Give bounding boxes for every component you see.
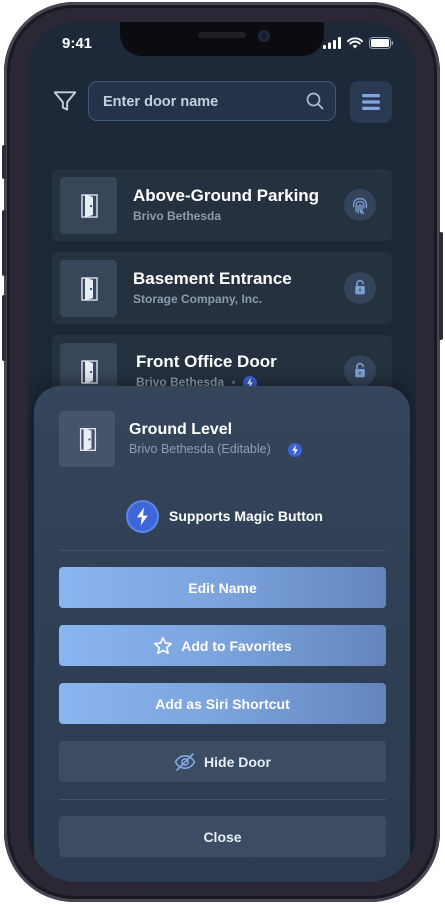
- status-icons: [323, 37, 394, 49]
- edit-name-label: Edit Name: [188, 579, 257, 596]
- menu-icon: [362, 94, 380, 110]
- add-to-favorites-button[interactable]: Add to Favorites: [59, 625, 386, 666]
- unlock-button[interactable]: [344, 355, 376, 387]
- app-screen: 9:41 Enter door name Above-Ground Parkin…: [28, 22, 416, 882]
- unlock-button[interactable]: [344, 272, 376, 304]
- lightning-bolt-icon: [288, 442, 303, 457]
- door-thumbnail: [60, 260, 117, 317]
- door-icon: [81, 277, 98, 301]
- speaker: [198, 32, 246, 38]
- volume-down-button: [2, 295, 6, 361]
- door-thumbnail: [60, 177, 117, 234]
- edit-name-button[interactable]: Edit Name: [59, 567, 386, 608]
- sheet-subtitle-row: Brivo Bethesda (Editable): [129, 442, 303, 457]
- add-siri-shortcut-label: Add as Siri Shortcut: [155, 695, 290, 712]
- notch: [120, 22, 324, 56]
- close-button[interactable]: Close: [59, 816, 386, 857]
- door-thumbnail: [59, 411, 115, 467]
- door-card[interactable]: Above-Ground Parking Brivo Bethesda: [52, 169, 392, 241]
- star-icon: [154, 636, 173, 654]
- wifi-icon: [347, 37, 363, 49]
- menu-button[interactable]: [350, 81, 392, 123]
- add-to-favorites-label: Add to Favorites: [181, 637, 292, 654]
- camera: [258, 30, 270, 42]
- eye-slash-icon: [174, 752, 196, 771]
- search-bar: [88, 81, 336, 121]
- door-subtitle: Storage Company, Inc.: [133, 292, 263, 306]
- divider: [59, 550, 386, 551]
- lightning-bolt-icon: [128, 501, 157, 531]
- magic-button-indicator: Supports Magic Button: [128, 500, 323, 532]
- door-options-sheet: Ground Level Brivo Bethesda (Editable) S…: [34, 386, 410, 882]
- lock-icon: [355, 362, 365, 378]
- mute-switch: [2, 145, 6, 179]
- sheet-subtitle: Brivo Bethesda (Editable): [129, 442, 271, 456]
- search-icon[interactable]: [306, 92, 324, 110]
- lock-icon: [355, 279, 365, 295]
- door-title: Basement Entrance: [133, 269, 292, 288]
- power-button: [439, 232, 443, 340]
- door-title: Front Office Door: [136, 352, 277, 371]
- battery-icon: [369, 37, 394, 49]
- filter-icon[interactable]: [52, 88, 78, 114]
- unlock-button[interactable]: [344, 189, 376, 221]
- hide-door-label: Hide Door: [204, 753, 271, 770]
- signal-icon: [323, 37, 341, 49]
- status-time: 9:41: [62, 35, 93, 52]
- door-icon: [79, 427, 97, 451]
- door-title: Above-Ground Parking: [133, 186, 320, 205]
- magic-button-label: Supports Magic Button: [169, 508, 323, 524]
- close-label: Close: [203, 828, 242, 845]
- door-subtitle: Brivo Bethesda: [133, 209, 222, 223]
- add-siri-shortcut-button[interactable]: Add as Siri Shortcut: [59, 683, 386, 724]
- hide-door-button[interactable]: Hide Door: [59, 741, 386, 782]
- fingerprint-icon: [352, 197, 368, 215]
- divider: [59, 799, 386, 800]
- search-input[interactable]: [101, 82, 305, 121]
- door-icon: [81, 194, 98, 218]
- volume-up-button: [2, 210, 6, 276]
- door-card[interactable]: Basement Entrance Storage Company, Inc.: [52, 252, 392, 324]
- sheet-title: Ground Level: [129, 421, 233, 438]
